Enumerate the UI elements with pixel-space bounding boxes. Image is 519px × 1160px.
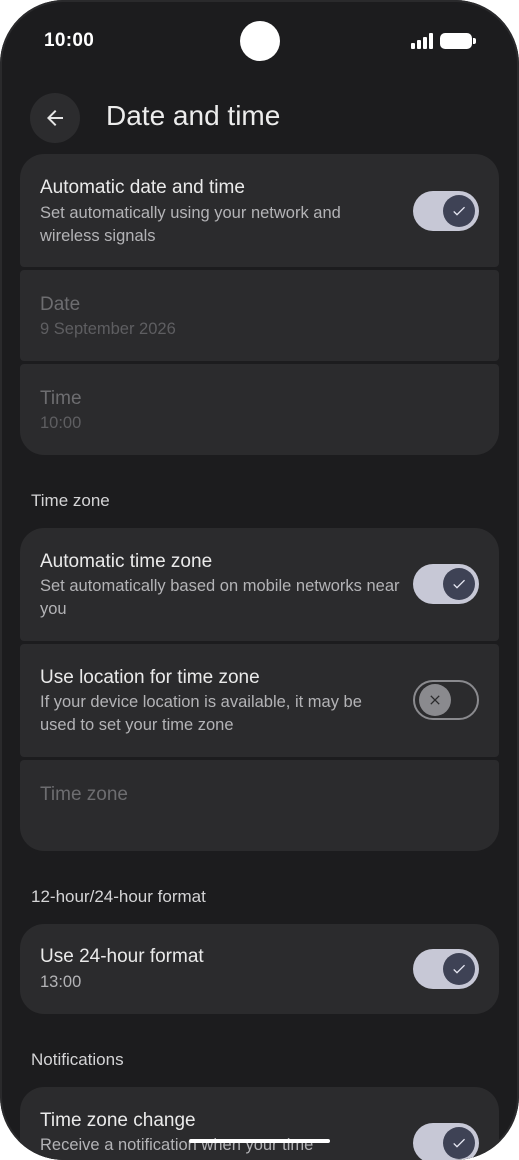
time-value: 10:00	[40, 414, 82, 432]
battery-icon	[440, 33, 476, 49]
location-time-zone-title: Use location for time zone	[40, 667, 260, 688]
time-zone-item: Time zone	[20, 760, 499, 851]
check-icon	[443, 568, 475, 600]
time-item: Time 10:00	[20, 364, 499, 455]
tz-change-item[interactable]: Time zone change Receive a notification …	[20, 1087, 499, 1160]
date-title: Date	[40, 294, 81, 315]
format-24h-switch[interactable]	[413, 949, 479, 989]
location-time-zone-switch[interactable]	[413, 680, 479, 720]
camera-cutout	[240, 21, 280, 61]
home-indicator[interactable]	[189, 1139, 330, 1143]
check-icon	[443, 195, 475, 227]
tz-change-switch[interactable]	[413, 1123, 479, 1160]
tz-change-title: Time zone change	[40, 1110, 196, 1131]
location-time-zone-subtitle: If your device location is available, it…	[40, 693, 362, 734]
signal-icon	[411, 33, 435, 49]
page-title: Date and time	[106, 100, 281, 131]
phone-screen: 10:00 Date and time Automatic date and t…	[0, 0, 519, 1160]
date-value: 9 September 2026	[40, 320, 176, 338]
auto-date-time-switch[interactable]	[413, 191, 479, 231]
back-button[interactable]	[30, 93, 80, 143]
auto-time-zone-item[interactable]: Automatic time zone Set automatically ba…	[20, 528, 499, 641]
arrow-back-icon	[47, 110, 63, 126]
auto-date-time-subtitle: Set automatically using your network and…	[40, 204, 341, 245]
status-clock: 10:00	[44, 30, 95, 51]
check-icon	[443, 1127, 475, 1159]
auto-time-zone-switch[interactable]	[413, 564, 479, 604]
format-24h-item[interactable]: Use 24-hour format 13:00	[20, 924, 499, 1014]
close-icon	[419, 684, 451, 716]
auto-date-time-title: Automatic date and time	[40, 177, 245, 198]
location-time-zone-item[interactable]: Use location for time zone If your devic…	[20, 644, 499, 757]
section-header-time-zone: Time zone	[31, 491, 110, 510]
auto-date-time-item[interactable]: Automatic date and time Set automaticall…	[20, 154, 499, 267]
tz-change-subtitle: Receive a notification when your time	[40, 1136, 314, 1154]
date-item: Date 9 September 2026	[20, 270, 499, 361]
auto-time-zone-subtitle: Set automatically based on mobile networ…	[40, 577, 400, 618]
time-title: Time	[40, 388, 82, 409]
format-24h-subtitle: 13:00	[40, 973, 82, 991]
check-icon	[443, 953, 475, 985]
status-bar: 10:00	[0, 0, 519, 80]
time-zone-title: Time zone	[40, 784, 128, 805]
format-24h-title: Use 24-hour format	[40, 946, 204, 967]
auto-time-zone-title: Automatic time zone	[40, 551, 213, 572]
section-header-format: 12-hour/24-hour format	[31, 887, 206, 906]
section-header-notifications: Notifications	[31, 1050, 124, 1069]
